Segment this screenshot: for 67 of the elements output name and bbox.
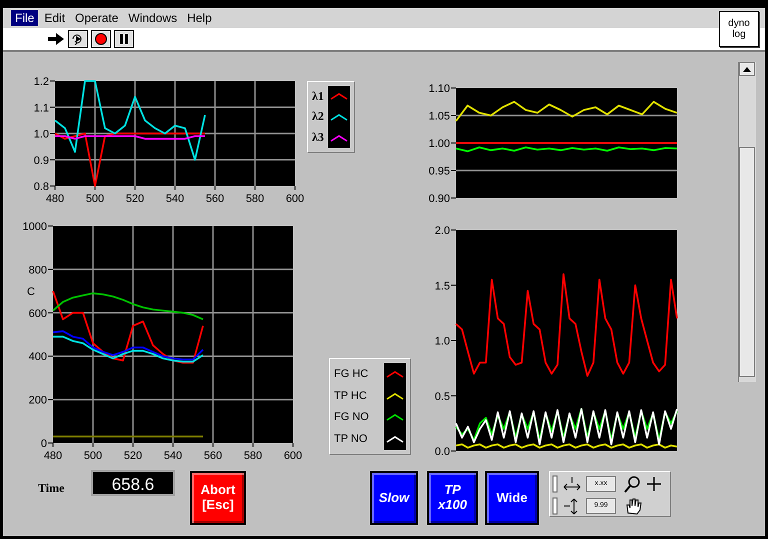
tick-label: 1.0 <box>434 336 450 348</box>
tick-label: 560 <box>206 193 224 205</box>
tick-label: 580 <box>246 193 264 205</box>
run-arrow-icon[interactable] <box>47 32 65 46</box>
tick-label: 0.0 <box>434 446 450 458</box>
up-arrow-icon[interactable] <box>743 66 751 72</box>
tick-label: 500 <box>86 193 104 205</box>
tick-label: 1.05 <box>428 110 450 122</box>
tick-label: 540 <box>164 450 182 462</box>
legend-label: FG HC <box>334 368 370 380</box>
tick-label: 520 <box>126 193 144 205</box>
lock-icon[interactable] <box>552 497 558 515</box>
tick-label: 1000 <box>22 221 47 233</box>
tick-label: 600 <box>28 308 47 320</box>
tick-label: 520 <box>124 450 142 462</box>
tick-label: 600 <box>284 450 302 462</box>
log-button[interactable]: dyno log <box>719 11 759 47</box>
tick-label: 0.9 <box>34 154 49 167</box>
tick-label: 0 <box>40 438 47 450</box>
legend-label: FG NO <box>334 411 370 424</box>
tick-label: 0.90 <box>428 193 450 205</box>
tick-label: 1.10 <box>428 83 450 95</box>
tick-label: 1.0 <box>34 128 49 140</box>
zoom-icon[interactable] <box>624 475 642 493</box>
menu-item[interactable]: Windows <box>124 10 182 26</box>
hand-icon[interactable] <box>624 497 642 515</box>
tick-label: 400 <box>28 351 47 364</box>
menu-item[interactable]: Help <box>183 10 216 26</box>
action-button[interactable]: Wide <box>485 471 539 525</box>
menu-item[interactable]: File <box>11 10 38 26</box>
tick-label: 1.5 <box>434 280 450 292</box>
tick-label: 200 <box>28 394 47 407</box>
tick-label: 0.8 <box>34 181 49 193</box>
tick-label: 480 <box>46 193 64 205</box>
tick-label: 1.00 <box>428 138 450 150</box>
tick-label: 800 <box>28 264 47 276</box>
tick-label: 2.0 <box>434 225 450 237</box>
run-continuously-icon[interactable] <box>68 30 88 48</box>
menu-item[interactable]: Edit <box>40 10 70 26</box>
x-scale-icon[interactable] <box>562 475 582 493</box>
menu-item[interactable]: Operate <box>71 10 122 26</box>
crosshair-icon[interactable] <box>646 476 662 492</box>
stop-icon[interactable] <box>91 30 111 48</box>
legend-label: λ3 <box>312 130 324 146</box>
action-button[interactable]: Abort [Esc] <box>190 471 246 525</box>
tick-label: 1.1 <box>34 102 49 114</box>
lock-icon[interactable] <box>552 475 558 493</box>
tick-label: 560 <box>204 450 222 462</box>
tick-label: 0.5 <box>434 390 450 403</box>
scrollbar[interactable] <box>738 62 756 382</box>
tick-label: 580 <box>244 450 262 462</box>
time-display: 658.6 <box>91 470 175 496</box>
legend-label: TP NO <box>334 433 368 446</box>
time-label: Time <box>38 481 64 496</box>
tick-label: 500 <box>84 450 102 462</box>
tick-label: 480 <box>44 450 62 462</box>
axis-title: C <box>27 286 35 298</box>
legend-label: λ1 <box>312 88 324 104</box>
tick-label: 0.95 <box>428 166 450 178</box>
tick-label: 540 <box>166 193 184 205</box>
pause-icon[interactable] <box>114 30 134 48</box>
action-button[interactable]: TP x100 <box>427 471 478 525</box>
tick-label: 1.2 <box>34 76 49 88</box>
action-button[interactable]: Slow <box>370 471 418 525</box>
legend-label: λ2 <box>312 109 324 124</box>
legend-label: TP HC <box>334 390 368 402</box>
tick-label: 600 <box>286 193 304 205</box>
